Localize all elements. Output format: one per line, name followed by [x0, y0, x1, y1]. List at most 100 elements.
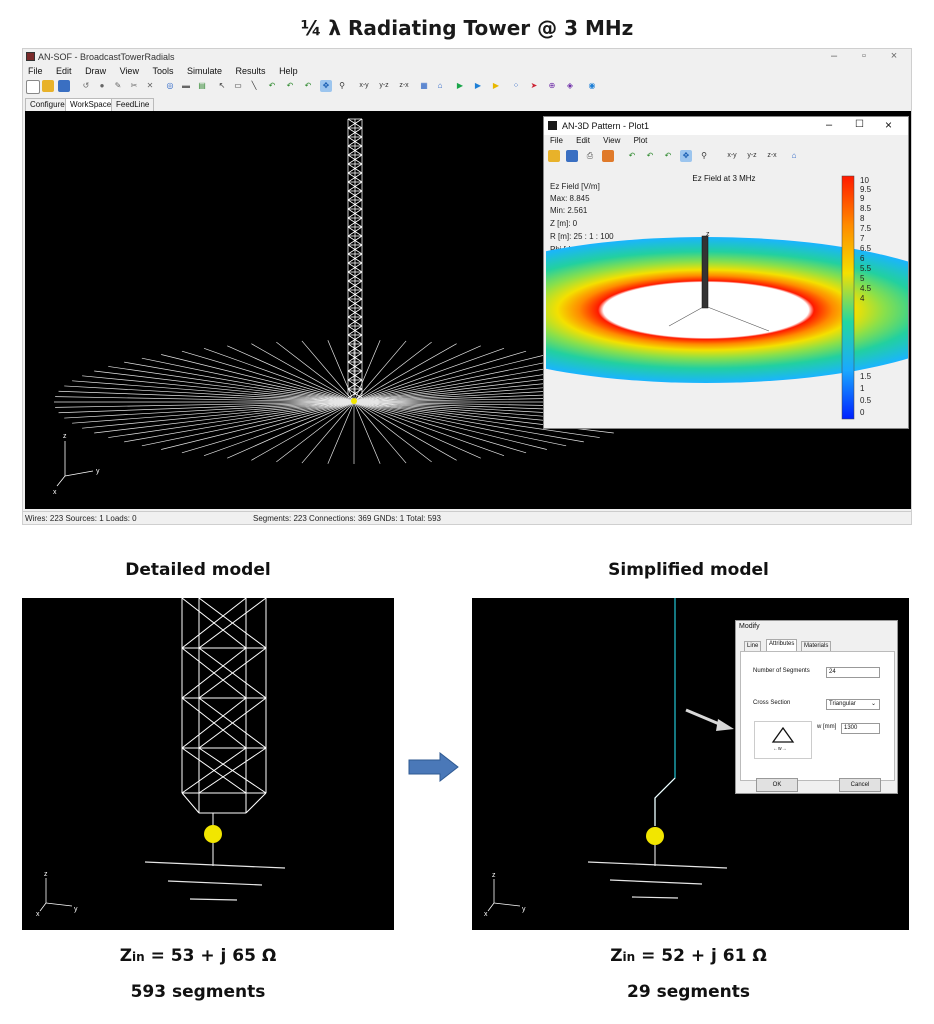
simplified-zin-value: = 52 + j 61 Ω — [635, 946, 767, 966]
plot-view-xy-button[interactable]: x-y — [724, 150, 740, 162]
rotate-x-icon[interactable]: ↶ — [266, 80, 278, 92]
colorbar-tick: 7.5 — [860, 224, 872, 233]
pattern-plot-window[interactable]: AN-3D Pattern - Plot1 – ☐ × File Edit Vi… — [543, 116, 909, 429]
detailed-ground-symbol — [144, 861, 286, 901]
record-icon[interactable]: ● — [96, 80, 108, 92]
radiation-icon[interactable]: ◈ — [564, 80, 576, 92]
run-step-icon[interactable]: ▶ — [472, 80, 484, 92]
menu-simulate[interactable]: Simulate — [187, 66, 222, 76]
view-xy-button[interactable]: x-y — [356, 80, 372, 92]
pattern-icon[interactable]: ➤ — [528, 80, 540, 92]
plot-view-yz-button[interactable]: y-z — [744, 150, 760, 162]
axis-x-label: x — [53, 489, 57, 496]
menu-file[interactable]: File — [28, 66, 43, 76]
scissors-icon[interactable]: ✂ — [128, 80, 140, 92]
rotate-y-icon[interactable]: ↶ — [284, 80, 296, 92]
line-icon[interactable]: ╲ — [248, 80, 260, 92]
rotate-z-icon[interactable]: ↶ — [302, 80, 314, 92]
pan-icon[interactable]: ✥ — [320, 80, 332, 92]
plot-close-icon[interactable]: × — [885, 118, 892, 132]
colorbar-tick: 6 — [860, 254, 865, 263]
tab-workspace[interactable]: WorkSpace — [65, 98, 117, 111]
plot-print-icon[interactable]: ⎙ — [584, 150, 596, 162]
cross-section-label: Cross Section — [753, 700, 791, 706]
plot-minimize-icon[interactable]: – — [826, 119, 832, 131]
ok-button[interactable]: OK — [756, 778, 798, 792]
menu-help[interactable]: Help — [279, 66, 298, 76]
menu-results[interactable]: Results — [236, 66, 266, 76]
comment-icon[interactable]: ▬ — [180, 80, 192, 92]
rectangle-icon[interactable]: ▭ — [232, 80, 244, 92]
plot-icon[interactable]: ⁘ — [510, 80, 522, 92]
plot-home-icon[interactable]: ⌂ — [788, 150, 800, 162]
run-fast-icon[interactable]: ▶ — [490, 80, 502, 92]
plot-open-icon[interactable] — [548, 150, 560, 162]
new-file-icon[interactable] — [26, 80, 40, 94]
sheet-icon[interactable]: ▤ — [196, 80, 208, 92]
restore-icon[interactable]: ▫ — [851, 50, 877, 62]
main-toolbar: ↺ ● ✎ ✂ ✕ ◎ ▬ ▤ ↖ ▭ ╲ ↶ ↶ ↶ ✥ ⚲ x-y y-z … — [23, 78, 911, 96]
run-icon[interactable]: ▶ — [454, 80, 466, 92]
target-icon[interactable]: ◎ — [164, 80, 176, 92]
simplified-axes-gizmo — [487, 879, 521, 912]
tab-materials[interactable]: Materials — [801, 641, 832, 651]
ansof-main-window: AN-SOF - BroadcastTowerRadials – ▫ × Fil… — [22, 48, 912, 525]
tab-feedline[interactable]: FeedLine — [111, 98, 155, 111]
plot-menu-plot[interactable]: Plot — [634, 136, 648, 145]
colorbar-tick: 8.5 — [860, 204, 872, 213]
plot-rotate-y-icon[interactable]: ↶ — [644, 150, 656, 162]
w-label: w [mm] — [817, 724, 837, 730]
num-segments-input[interactable]: 24 — [826, 667, 880, 678]
detailed-model-view[interactable]: z y x — [22, 598, 394, 930]
plot-rotate-x-icon[interactable]: ↶ — [626, 150, 638, 162]
delete-icon[interactable]: ✕ — [144, 80, 156, 92]
menu-view[interactable]: View — [120, 66, 139, 76]
close-icon[interactable]: × — [881, 50, 907, 62]
tab-configure[interactable]: Configure — [25, 98, 70, 111]
plot-save-icon[interactable] — [566, 150, 578, 162]
menu-edit[interactable]: Edit — [56, 66, 72, 76]
open-folder-icon[interactable] — [42, 80, 54, 92]
pencil-icon[interactable]: ✎ — [112, 80, 124, 92]
view-zx-button[interactable]: z-x — [396, 80, 412, 92]
save-icon[interactable] — [58, 80, 70, 92]
menu-tools[interactable]: Tools — [152, 66, 173, 76]
window-titlebar: AN-SOF - BroadcastTowerRadials – ▫ × — [23, 49, 911, 65]
plot-pan-icon[interactable]: ✥ — [680, 150, 692, 162]
plot-export-icon[interactable] — [602, 150, 614, 162]
modify-title: Modify — [739, 623, 760, 630]
colorbar-tick: 10 — [860, 176, 869, 185]
undo-icon[interactable]: ↺ — [80, 80, 92, 92]
w-input[interactable]: 1300 — [841, 723, 880, 734]
pointer-icon[interactable]: ↖ — [216, 80, 228, 92]
pattern-plot-area[interactable]: Ez Field at 3 MHz Ez Field [V/m] Max: 8.… — [544, 166, 908, 428]
plot-menu-edit[interactable]: Edit — [576, 136, 590, 145]
status-right: Segments: 223 Connections: 369 GNDs: 1 T… — [253, 514, 441, 523]
plot-menu-file[interactable]: File — [550, 136, 563, 145]
plot-rotate-z-icon[interactable]: ↶ — [662, 150, 674, 162]
plot-menu-view[interactable]: View — [603, 136, 620, 145]
axis-y-label: y — [96, 468, 100, 475]
menu-draw[interactable]: Draw — [85, 66, 106, 76]
plot-menu-bar: File Edit View Plot — [544, 136, 652, 148]
cancel-button[interactable]: Cancel — [839, 778, 881, 792]
cross-section-select[interactable]: Triangular ⌄ — [826, 699, 880, 710]
modify-dialog[interactable]: Modify Line Attributes Materials Number … — [735, 620, 898, 794]
minimize-icon[interactable]: – — [821, 50, 847, 62]
plot-maximize-icon[interactable]: ☐ — [855, 119, 864, 130]
info-icon[interactable]: ◉ — [586, 80, 598, 92]
view-yz-button[interactable]: y-z — [376, 80, 392, 92]
simplified-wire — [654, 598, 676, 826]
tower-miniature — [701, 235, 709, 309]
plot-zoom-icon[interactable]: ⚲ — [698, 150, 710, 162]
tab-line[interactable]: Line — [744, 641, 762, 651]
window-title: AN-SOF - BroadcastTowerRadials — [38, 52, 175, 62]
grid-icon[interactable]: ▦ — [418, 80, 430, 92]
globe-icon[interactable]: ⊕ — [546, 80, 558, 92]
plot-view-zx-button[interactable]: z-x — [764, 150, 780, 162]
home-icon[interactable]: ⌂ — [434, 80, 446, 92]
tab-attributes[interactable]: Attributes — [766, 639, 798, 651]
zoom-icon[interactable]: ⚲ — [336, 80, 348, 92]
app-logo-icon — [26, 52, 35, 61]
colorbar-tick: 1.5 — [860, 372, 872, 381]
